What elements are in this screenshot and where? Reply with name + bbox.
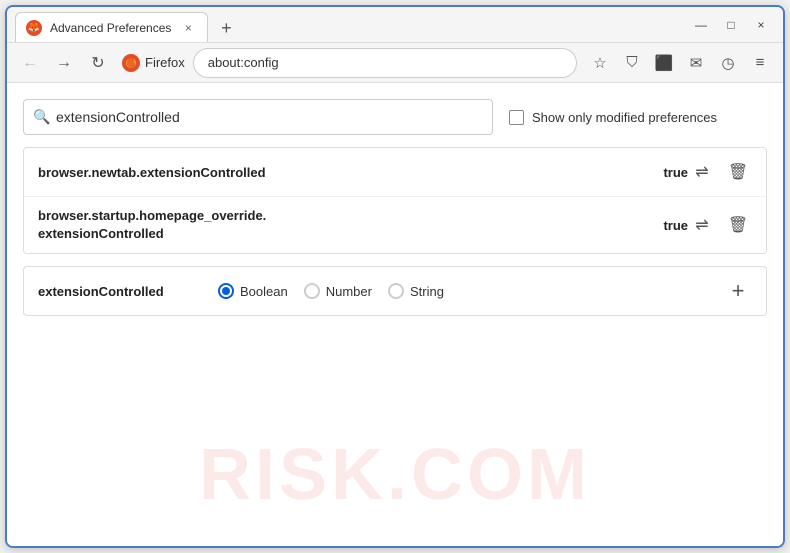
sync-icon[interactable]: ✉: [681, 48, 711, 78]
browser-name-label: Firefox: [145, 55, 185, 70]
firefox-logo-icon: [121, 53, 141, 73]
show-modified-wrap: Show only modified preferences: [509, 110, 717, 125]
add-preference-button[interactable]: +: [724, 277, 752, 305]
radio-circle-boolean: [218, 283, 234, 299]
pref-name-2: browser.startup.homepage_override. exten…: [38, 207, 653, 243]
pref-actions-1: ⇌ 🗑: [688, 158, 752, 186]
new-tab-button[interactable]: +: [212, 14, 240, 42]
pref-delete-button-2[interactable]: 🗑: [724, 211, 752, 239]
radio-option-boolean[interactable]: Boolean: [218, 283, 288, 299]
search-icon: 🔍: [33, 109, 50, 126]
watermark: RISK.COM: [199, 434, 591, 516]
forward-button[interactable]: →: [49, 48, 79, 78]
preferences-results-table: browser.newtab.extensionControlled true …: [23, 147, 767, 254]
pref-value-1: true: [653, 165, 688, 180]
radio-label-string: String: [410, 284, 444, 299]
radio-label-boolean: Boolean: [240, 284, 288, 299]
search-section: 🔍 Show only modified preferences: [23, 99, 767, 135]
tab-strip: 🦊 Advanced Preferences × +: [15, 7, 679, 42]
search-input-wrap: 🔍: [23, 99, 493, 135]
pref-actions-2: ⇌ 🗑: [688, 211, 752, 239]
preference-search-input[interactable]: [23, 99, 493, 135]
page-content: RISK.COM 🔍 Show only modified preference…: [7, 83, 783, 546]
show-modified-checkbox[interactable]: [509, 110, 524, 125]
pref-swap-button-2[interactable]: ⇌: [688, 211, 716, 239]
radio-option-string[interactable]: String: [388, 283, 444, 299]
tab-favicon: 🦊: [26, 20, 42, 36]
tab-close-button[interactable]: ×: [179, 19, 197, 37]
radio-option-number[interactable]: Number: [304, 283, 372, 299]
close-button[interactable]: ×: [747, 11, 775, 39]
title-bar: 🦊 Advanced Preferences × + — □ ×: [7, 7, 783, 43]
maximize-button[interactable]: □: [717, 11, 745, 39]
table-row: browser.newtab.extensionControlled true …: [24, 148, 766, 197]
nav-bar: ← → ↻ Firefox ☆ ⛉ ⬛ ✉ ◷ ≡: [7, 43, 783, 83]
url-input[interactable]: [193, 48, 577, 78]
type-radio-group: Boolean Number String: [218, 283, 704, 299]
radio-label-number: Number: [326, 284, 372, 299]
pocket-icon[interactable]: ⛉: [617, 48, 647, 78]
pref-name-1: browser.newtab.extensionControlled: [38, 165, 653, 180]
new-pref-name-label: extensionControlled: [38, 284, 198, 299]
window-controls: — □ ×: [687, 11, 775, 39]
table-row: browser.startup.homepage_override. exten…: [24, 197, 766, 253]
browser-window: 🦊 Advanced Preferences × + — □ × ← → ↻ F…: [5, 5, 785, 548]
history-icon[interactable]: ◷: [713, 48, 743, 78]
pref-value-2: true: [653, 218, 688, 233]
pref-delete-button-1[interactable]: 🗑: [724, 158, 752, 186]
nav-toolbar-icons: ☆ ⛉ ⬛ ✉ ◷ ≡: [585, 48, 775, 78]
active-tab[interactable]: 🦊 Advanced Preferences ×: [15, 12, 208, 42]
pref-swap-button-1[interactable]: ⇌: [688, 158, 716, 186]
show-modified-label: Show only modified preferences: [532, 110, 717, 125]
reload-button[interactable]: ↻: [83, 48, 113, 78]
extension-icon[interactable]: ⬛: [649, 48, 679, 78]
radio-circle-string: [388, 283, 404, 299]
back-button[interactable]: ←: [15, 48, 45, 78]
bookmark-icon[interactable]: ☆: [585, 48, 615, 78]
tab-title: Advanced Preferences: [50, 21, 171, 35]
minimize-button[interactable]: —: [687, 11, 715, 39]
add-preference-section: extensionControlled Boolean Number Strin…: [23, 266, 767, 316]
browser-brand: Firefox: [121, 53, 185, 73]
radio-circle-number: [304, 283, 320, 299]
menu-icon[interactable]: ≡: [745, 48, 775, 78]
